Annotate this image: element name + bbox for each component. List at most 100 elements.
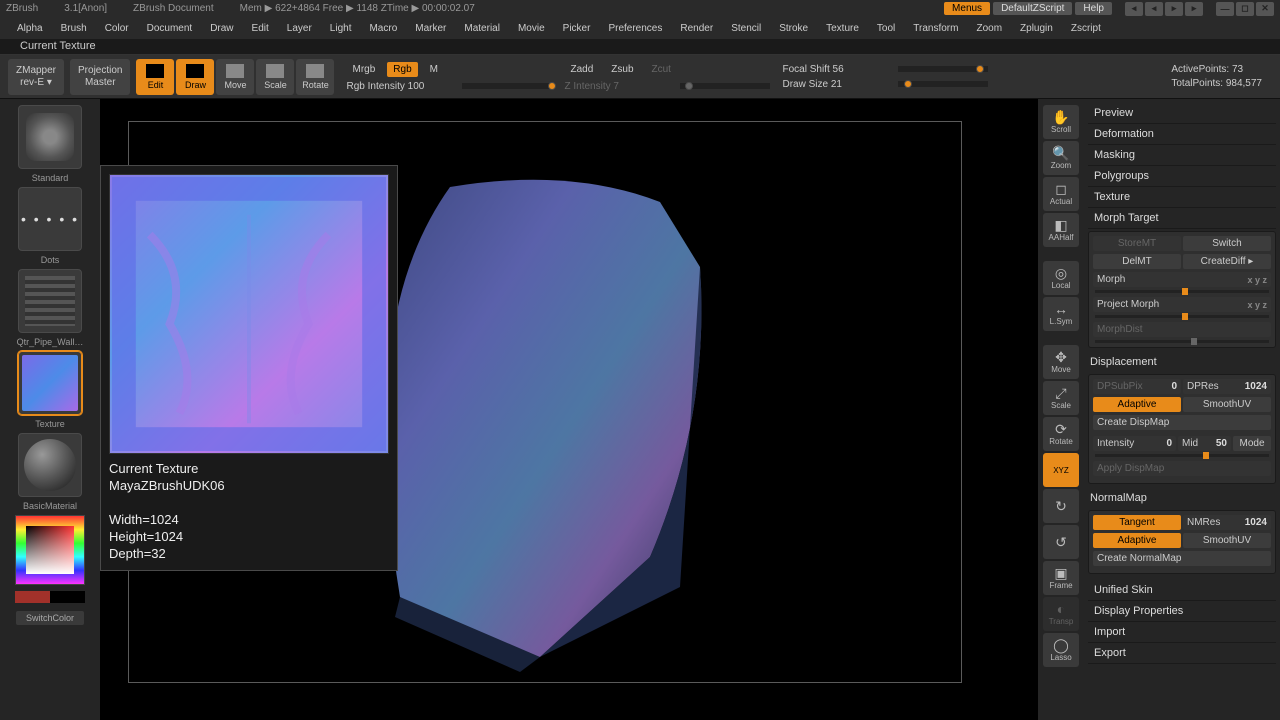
- menu-material[interactable]: Material: [455, 23, 509, 34]
- project-morph-slider[interactable]: Project Morphx y z: [1093, 297, 1271, 312]
- menu-light[interactable]: Light: [321, 23, 361, 34]
- morph-target-section[interactable]: Morph Target: [1088, 208, 1276, 229]
- menu-preferences[interactable]: Preferences: [599, 23, 671, 34]
- morphdist-track[interactable]: [1095, 340, 1269, 343]
- z-intensity-label[interactable]: Z Intensity 7: [564, 81, 674, 92]
- disp-mode[interactable]: Mode: [1233, 436, 1271, 451]
- zcut-button[interactable]: Zcut: [646, 62, 677, 77]
- focal-shift-slider[interactable]: [898, 66, 988, 72]
- disp-intensity[interactable]: Intensity0: [1093, 436, 1176, 451]
- zoom-button[interactable]: 🔍Zoom: [1043, 141, 1079, 175]
- lasso-button[interactable]: ◯Lasso: [1043, 633, 1079, 667]
- menu-stencil[interactable]: Stencil: [722, 23, 770, 34]
- arrow-left2-icon[interactable]: ◂: [1145, 2, 1163, 16]
- normalmap-section[interactable]: NormalMap: [1088, 490, 1276, 508]
- move-mode-button[interactable]: Move: [216, 59, 254, 95]
- apply-dispmap-button[interactable]: Apply DispMap: [1093, 461, 1271, 476]
- focal-shift-label[interactable]: Focal Shift 56: [782, 64, 892, 75]
- rgb-intensity-slider[interactable]: [462, 83, 552, 89]
- texture-slot[interactable]: [18, 351, 82, 415]
- alpha-slot[interactable]: [18, 269, 82, 333]
- transp-button[interactable]: ◐Transp: [1043, 597, 1079, 631]
- color-picker[interactable]: [15, 515, 85, 585]
- create-normalmap-button[interactable]: Create NormalMap: [1093, 551, 1271, 566]
- menu-stroke[interactable]: Stroke: [770, 23, 817, 34]
- arrow-left-icon[interactable]: ◂: [1125, 2, 1143, 16]
- menus-button[interactable]: Menus: [944, 2, 990, 15]
- mesh-viewport[interactable]: [370, 177, 756, 675]
- disp-mid[interactable]: Mid50: [1178, 436, 1231, 451]
- nmres[interactable]: NMRes1024: [1183, 515, 1271, 530]
- zsub-button[interactable]: Zsub: [605, 62, 639, 77]
- actual-button[interactable]: ◻Actual: [1043, 177, 1079, 211]
- switch-color-button[interactable]: SwitchColor: [16, 611, 84, 625]
- storemt-button[interactable]: StoreMT: [1093, 236, 1181, 251]
- menu-picker[interactable]: Picker: [554, 23, 600, 34]
- deformation-section[interactable]: Deformation: [1088, 124, 1276, 145]
- rgb-button[interactable]: Rgb: [387, 62, 417, 77]
- brush-slot[interactable]: [18, 105, 82, 169]
- dpres[interactable]: DPRes1024: [1183, 379, 1271, 394]
- scale-nav-button[interactable]: ⤢Scale: [1043, 381, 1079, 415]
- rotate-nav-button[interactable]: ⟳Rotate: [1043, 417, 1079, 451]
- import-section[interactable]: Import: [1088, 622, 1276, 643]
- draw-size-label[interactable]: Draw Size 21: [782, 79, 892, 90]
- zmapper-button[interactable]: ZMapper rev-E ▾: [8, 59, 64, 95]
- menu-zplugin[interactable]: Zplugin: [1011, 23, 1062, 34]
- zadd-button[interactable]: Zadd: [564, 62, 599, 77]
- menu-movie[interactable]: Movie: [509, 23, 554, 34]
- aahalf-button[interactable]: ◧AAHalf: [1043, 213, 1079, 247]
- menu-document[interactable]: Document: [138, 23, 202, 34]
- minimize-button[interactable]: —: [1216, 2, 1234, 16]
- morph-slider[interactable]: Morphx y z: [1093, 272, 1271, 287]
- y-axis-button[interactable]: ↻: [1043, 489, 1079, 523]
- projmorph-track[interactable]: [1095, 315, 1269, 318]
- maximize-button[interactable]: ◻: [1236, 2, 1254, 16]
- tangent-button[interactable]: Tangent: [1093, 515, 1181, 530]
- edit-mode-button[interactable]: Edit: [136, 59, 174, 95]
- menu-transform[interactable]: Transform: [904, 23, 967, 34]
- z-intensity-slider[interactable]: [680, 83, 770, 89]
- masking-section[interactable]: Masking: [1088, 145, 1276, 166]
- switch-button[interactable]: Switch: [1183, 236, 1271, 251]
- help-button[interactable]: Help: [1075, 2, 1112, 15]
- canvas[interactable]: Current Texture MayaZBrushUDK06 Width=10…: [100, 99, 1038, 720]
- lsym-button[interactable]: ↔L.Sym: [1043, 297, 1079, 331]
- arrow-right-icon[interactable]: ▸: [1165, 2, 1183, 16]
- menu-alpha[interactable]: Alpha: [8, 23, 52, 34]
- scale-mode-button[interactable]: Scale: [256, 59, 294, 95]
- mrgb-button[interactable]: Mrgb: [346, 62, 381, 77]
- stroke-slot[interactable]: • • • • •: [18, 187, 82, 251]
- frame-button[interactable]: ▣Frame: [1043, 561, 1079, 595]
- adaptive-nm-button[interactable]: Adaptive: [1093, 533, 1181, 548]
- adaptive-disp-button[interactable]: Adaptive: [1093, 397, 1181, 412]
- menu-layer[interactable]: Layer: [278, 23, 321, 34]
- close-button[interactable]: ✕: [1256, 2, 1274, 16]
- material-slot[interactable]: [18, 433, 82, 497]
- polygroups-section[interactable]: Polygroups: [1088, 166, 1276, 187]
- draw-mode-button[interactable]: Draw: [176, 59, 214, 95]
- menu-texture[interactable]: Texture: [817, 23, 868, 34]
- m-button[interactable]: M: [424, 62, 444, 77]
- creatediff-button[interactable]: CreateDiff ▸: [1183, 254, 1271, 269]
- morphdist-slider[interactable]: MorphDist: [1093, 322, 1271, 337]
- delmt-button[interactable]: DelMT: [1093, 254, 1181, 269]
- smoothuv-nm-button[interactable]: SmoothUV: [1183, 533, 1271, 548]
- rgb-intensity-label[interactable]: Rgb Intensity 100: [346, 81, 456, 92]
- create-dispmap-button[interactable]: Create DispMap: [1093, 415, 1271, 430]
- preview-section[interactable]: Preview: [1088, 103, 1276, 124]
- menu-color[interactable]: Color: [96, 23, 138, 34]
- menu-brush[interactable]: Brush: [52, 23, 96, 34]
- menu-zscript[interactable]: Zscript: [1062, 23, 1110, 34]
- unified-skin-section[interactable]: Unified Skin: [1088, 580, 1276, 601]
- draw-size-slider[interactable]: [898, 81, 988, 87]
- menu-tool[interactable]: Tool: [868, 23, 904, 34]
- display-props-section[interactable]: Display Properties: [1088, 601, 1276, 622]
- menu-draw[interactable]: Draw: [201, 23, 242, 34]
- menu-marker[interactable]: Marker: [406, 23, 455, 34]
- menu-zoom[interactable]: Zoom: [967, 23, 1011, 34]
- menu-edit[interactable]: Edit: [243, 23, 278, 34]
- displacement-section[interactable]: Displacement: [1088, 354, 1276, 372]
- swatch-row[interactable]: [15, 591, 85, 603]
- move-nav-button[interactable]: ✥Move: [1043, 345, 1079, 379]
